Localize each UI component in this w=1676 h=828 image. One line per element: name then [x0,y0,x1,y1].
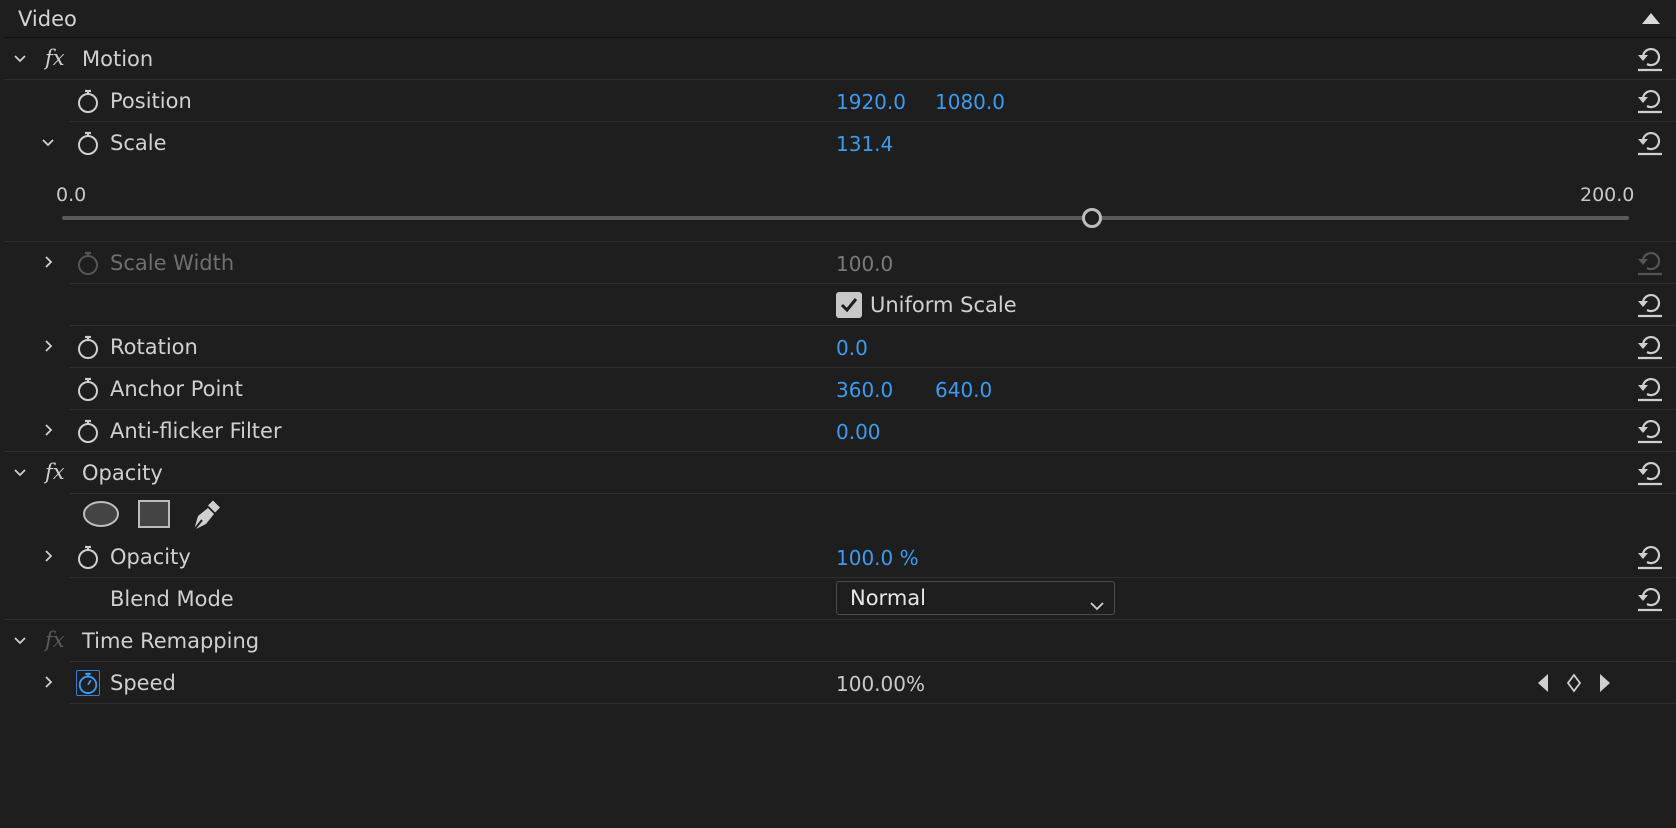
property-row-scale: Scale 131.4 [4,122,1676,164]
property-row-opacity: Opacity 100.0 % [4,536,1676,578]
chevron-right-icon[interactable] [42,340,54,352]
opacity-value[interactable]: 100.0 % [836,546,919,570]
stopwatch-icon[interactable] [76,544,100,570]
rectangle-mask-icon[interactable] [138,500,170,533]
reset-icon[interactable] [1636,332,1664,360]
stopwatch-icon[interactable] [76,376,100,402]
rotation-value[interactable]: 0.0 [836,336,868,360]
property-label: Anti-flicker Filter [110,419,282,443]
fx-toggle-icon[interactable]: fx [43,45,70,71]
property-label: Opacity [110,545,191,569]
property-row-scale-width: Scale Width 100.0 [4,242,1676,284]
chevron-down-icon[interactable] [14,466,26,478]
property-row-rotation: Rotation 0.0 [4,326,1676,368]
stopwatch-icon[interactable] [76,418,100,444]
scale-width-value: 100.0 [836,252,894,276]
stopwatch-icon [76,250,100,276]
chevron-down-icon[interactable] [14,52,26,64]
reset-icon[interactable] [1636,542,1664,570]
section-title: Video [18,7,77,31]
property-row-anti-flicker: Anti-flicker Filter 0.00 [4,410,1676,452]
uniform-scale-checkbox[interactable] [836,292,862,318]
video-section-header[interactable]: Video [4,0,1676,38]
reset-icon[interactable] [1636,416,1664,444]
scale-slider-thumb[interactable] [1081,208,1102,228]
property-row-position: Position 1920.0 1080.0 [4,80,1676,122]
position-x-value[interactable]: 1920.0 [836,90,906,114]
effect-title: Motion [82,47,154,71]
stopwatch-icon[interactable] [76,130,100,156]
stopwatch-icon[interactable] [76,334,100,360]
property-row-anchor-point: Anchor Point 360.0 640.0 [4,368,1676,410]
pen-mask-icon[interactable] [190,500,222,537]
svg-text:fx: fx [44,460,65,484]
property-label: Speed [110,671,176,695]
effect-row-opacity[interactable]: fx Opacity [4,452,1676,494]
scale-slider-track[interactable] [62,216,1629,220]
add-keyframe-icon[interactable] [1566,673,1582,698]
chevron-down-icon[interactable] [14,634,26,646]
fx-toggle-icon[interactable]: fx [43,459,70,485]
chevron-down-icon [1090,592,1104,616]
property-row-uniform-scale: Uniform Scale [4,284,1676,326]
reset-icon[interactable] [1636,44,1664,72]
ellipse-mask-icon[interactable] [82,500,120,533]
slider-min-label: 0.0 [56,184,87,206]
anti-flicker-value[interactable]: 0.00 [836,420,881,444]
collapse-section-icon[interactable] [1642,13,1660,24]
reset-icon[interactable] [1636,128,1664,156]
stopwatch-active-icon[interactable] [76,670,100,696]
property-label: Rotation [110,335,198,359]
chevron-right-icon[interactable] [42,676,54,688]
blend-mode-dropdown[interactable]: Normal [836,581,1115,615]
property-row-speed: Speed 100.00% [4,662,1676,704]
fx-disabled-icon: fx [43,627,70,653]
next-keyframe-icon[interactable] [1598,673,1612,698]
effect-row-motion[interactable]: fx Motion [4,38,1676,80]
effect-title: Opacity [82,461,163,485]
effect-title: Time Remapping [82,629,260,653]
slider-max-label: 200.0 [1580,184,1635,206]
effect-row-time-remapping[interactable]: fx Time Remapping [4,620,1676,662]
anchor-x-value[interactable]: 360.0 [836,378,893,402]
svg-text:fx: fx [44,628,65,652]
svg-text:fx: fx [44,46,65,70]
property-label: Scale [110,131,167,155]
property-label: Scale Width [110,251,235,275]
reset-icon[interactable] [1636,290,1664,318]
reset-icon [1636,248,1664,276]
chevron-right-icon[interactable] [42,256,54,268]
mask-tools [4,494,1676,536]
reset-icon[interactable] [1636,458,1664,486]
property-label: Blend Mode [110,587,234,611]
chevron-right-icon[interactable] [42,550,54,562]
blend-mode-value: Normal [850,586,926,610]
property-row-blend-mode: Blend Mode Normal [4,578,1676,620]
chevron-down-icon[interactable] [42,136,54,148]
property-label: Position [110,89,192,113]
anchor-y-value[interactable]: 640.0 [935,378,992,402]
previous-keyframe-icon[interactable] [1536,673,1550,698]
speed-value[interactable]: 100.00% [836,672,925,696]
chevron-right-icon[interactable] [42,424,54,436]
row-divider [70,703,1676,704]
reset-icon[interactable] [1636,86,1664,114]
scale-value[interactable]: 131.4 [836,132,893,156]
uniform-scale-label[interactable]: Uniform Scale [870,293,1017,317]
reset-icon[interactable] [1636,374,1664,402]
scale-slider-row: 0.0 200.0 [4,162,1676,242]
reset-icon[interactable] [1636,584,1664,612]
effect-controls-panel: Video fx Motion Position 1920.0 1080.0 S… [4,0,1676,828]
position-y-value[interactable]: 1080.0 [935,90,1005,114]
property-label: Anchor Point [110,377,243,401]
stopwatch-icon[interactable] [76,88,100,114]
